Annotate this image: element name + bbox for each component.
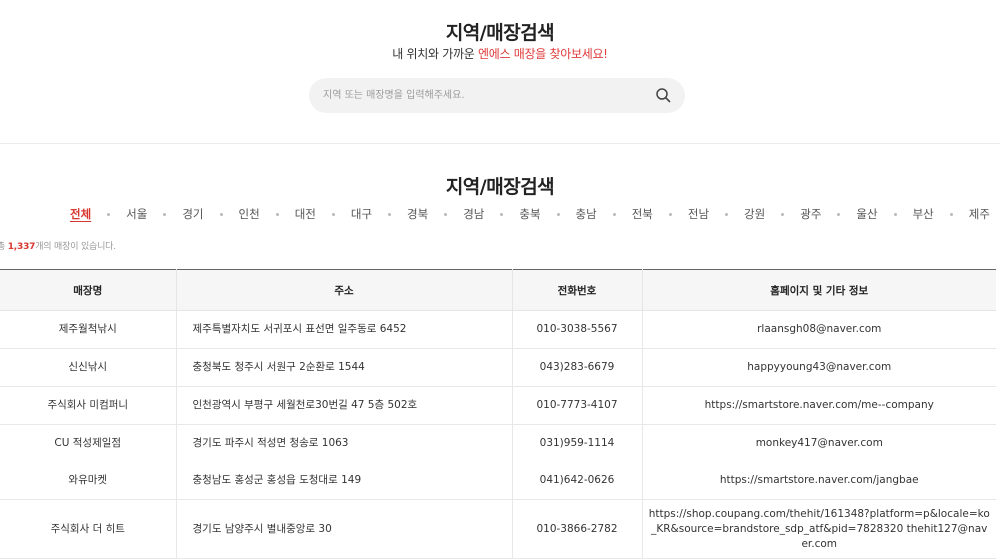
region-tab[interactable]: 충북 bbox=[519, 206, 540, 222]
store-name-cell: 제주월척낚시 bbox=[0, 310, 177, 349]
address-cell: 충청북도 청주시 서원구 2순환로 1544 bbox=[176, 348, 513, 387]
phone-cell: 010-3866-2782 bbox=[512, 499, 643, 559]
region-tab[interactable]: 울산 bbox=[856, 206, 877, 222]
region-separator bbox=[837, 212, 841, 216]
region-separator bbox=[219, 212, 223, 216]
region-separator bbox=[163, 212, 167, 216]
count-value: 1,337 bbox=[7, 242, 36, 252]
region-separator bbox=[781, 212, 785, 216]
region-separator bbox=[275, 212, 279, 216]
region-tab[interactable]: 광주 bbox=[800, 206, 821, 222]
region-tab[interactable]: 대구 bbox=[351, 206, 372, 222]
search-input[interactable] bbox=[323, 78, 643, 113]
subtitle-text: 내 위치와 가까운 bbox=[392, 47, 479, 61]
region-separator bbox=[949, 212, 953, 216]
store-name-cell: 주식회사 더 히트 bbox=[0, 499, 177, 559]
region-tab[interactable]: 강원 bbox=[744, 206, 765, 222]
address-cell: 제주특별자치도 서귀포시 표선면 일주동로 6452 bbox=[176, 310, 513, 349]
header-phone: 전화번호 bbox=[512, 269, 643, 311]
region-tab[interactable]: 경남 bbox=[463, 206, 484, 222]
region-tab[interactable]: 서울 bbox=[126, 206, 147, 222]
page-title: 지역/매장검색 bbox=[445, 22, 555, 44]
region-tab[interactable]: 전체 bbox=[70, 206, 91, 222]
address-cell: 인천광역시 부평구 세월천로30번길 47 5층 502호 bbox=[176, 386, 513, 425]
header-store-name: 매장명 bbox=[0, 269, 177, 311]
region-separator bbox=[107, 212, 111, 216]
region-tab[interactable]: 제주 bbox=[969, 206, 990, 222]
phone-cell: 010-7773-4107 bbox=[512, 386, 643, 425]
table-row: 와유마켓 충청남도 홍성군 홍성읍 도청대로 149 041)642-0626 htt… bbox=[0, 462, 996, 500]
region-filter: 전체 서울 경기 인천 대전 대구 경북 경남 충북 충남 전북 전남 강원 광주 울산 부산 제주 bbox=[70, 206, 990, 222]
info-cell[interactable]: https://smartstore.naver.com/jangbae bbox=[642, 462, 996, 500]
table-row: 제주월척낚시 제주특별자치도 서귀포시 표선면 일주동로 6452 010-3038… bbox=[0, 310, 996, 349]
region-tab[interactable]: 충남 bbox=[576, 206, 597, 222]
table-row: CU 적성제일점 경기도 파주시 적성면 청송로 1063 031)959-1114… bbox=[0, 424, 996, 463]
info-cell[interactable]: https://smartstore.naver.com/me--company bbox=[642, 386, 996, 425]
region-separator bbox=[556, 212, 560, 216]
region-tab[interactable]: 경북 bbox=[407, 206, 428, 222]
store-name-cell: 와유마켓 bbox=[0, 462, 177, 500]
info-cell[interactable]: monkey417@naver.com bbox=[642, 425, 996, 463]
region-tab[interactable]: 전북 bbox=[632, 206, 653, 222]
search-icon[interactable] bbox=[655, 87, 671, 103]
store-table: 매장명 주소 전화번호 홈페이지 및 기타 정보 제주월척낚시 제주특별자치도 서… bbox=[0, 269, 996, 559]
phone-cell: 043)283-6679 bbox=[512, 348, 643, 387]
table-row: 주식회사 더 히트 경기도 남양주시 별내중앙로 30 010-3866-2782 h… bbox=[0, 499, 996, 559]
search-box bbox=[309, 78, 685, 113]
store-count: 총 1,337개의 매장이 있습니다. bbox=[0, 239, 116, 252]
region-tab[interactable]: 경기 bbox=[182, 206, 203, 222]
phone-cell: 010-3038-5567 bbox=[512, 310, 643, 349]
page-subtitle: 내 위치와 가까운 엔에스 매장을 찾아보세요! bbox=[0, 45, 1000, 62]
info-cell[interactable]: rlaansgh08@naver.com bbox=[642, 310, 996, 349]
region-separator bbox=[612, 212, 616, 216]
section-title: 지역/매장검색 bbox=[445, 176, 555, 198]
region-separator bbox=[725, 212, 729, 216]
info-cell[interactable]: happyyoung43@naver.com bbox=[642, 348, 996, 387]
table-row: 신신낚시 충청북도 청주시 서원구 2순환로 1544 043)283-6679 ha… bbox=[0, 348, 996, 387]
region-tab[interactable]: 전남 bbox=[688, 206, 709, 222]
store-name-cell: CU 적성제일점 bbox=[0, 424, 177, 462]
count-suffix: 개의 매장이 있습니다. bbox=[35, 242, 116, 252]
region-separator bbox=[444, 212, 448, 216]
count-prefix: 총 bbox=[0, 242, 6, 252]
region-tab[interactable]: 부산 bbox=[913, 206, 934, 222]
region-separator bbox=[893, 212, 897, 216]
search-header: 지역/매장검색 내 위치와 가까운 엔에스 매장을 찾아보세요! bbox=[0, 0, 1000, 144]
store-name-cell: 주식회사 미컴퍼니 bbox=[0, 386, 177, 425]
region-tab[interactable]: 대전 bbox=[295, 206, 316, 222]
region-separator bbox=[500, 212, 504, 216]
region-separator bbox=[388, 212, 392, 216]
address-cell: 경기도 남양주시 별내중앙로 30 bbox=[176, 499, 513, 559]
header-info: 홈페이지 및 기타 정보 bbox=[642, 269, 996, 311]
header-address: 주소 bbox=[176, 269, 513, 311]
table-row: 주식회사 미컴퍼니 인천광역시 부평구 세월천로30번길 47 5층 502호 01… bbox=[0, 386, 996, 425]
subtitle-accent: 엔에스 매장을 찾아보세요! bbox=[478, 47, 608, 61]
address-cell: 충청남도 홍성군 홍성읍 도청대로 149 bbox=[176, 462, 513, 500]
region-tab[interactable]: 인천 bbox=[239, 206, 260, 222]
info-cell[interactable]: https://shop.coupang.com/thehit/161348?p… bbox=[642, 499, 996, 559]
phone-cell: 041)642-0626 bbox=[512, 462, 643, 500]
table-header-row: 매장명 주소 전화번호 홈페이지 및 기타 정보 bbox=[0, 269, 996, 311]
region-separator bbox=[331, 212, 335, 216]
address-cell: 경기도 파주시 적성면 청송로 1063 bbox=[176, 424, 513, 462]
store-name-cell: 신신낚시 bbox=[0, 348, 177, 387]
region-separator bbox=[668, 212, 672, 216]
phone-cell: 031)959-1114 bbox=[512, 424, 643, 462]
